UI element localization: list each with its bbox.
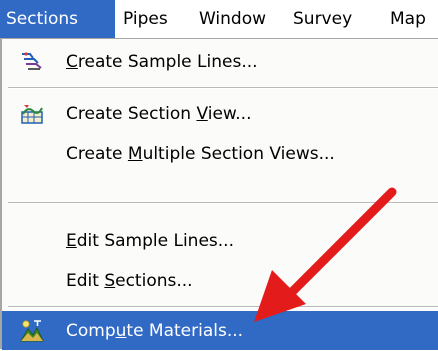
menu-item-label: Create Section bbox=[66, 104, 197, 124]
mnemonic: M bbox=[127, 144, 143, 164]
menu-survey[interactable]: Survey bbox=[287, 0, 358, 38]
sections-dropdown-menu: Create Sample Lines... Create Section Vi… bbox=[0, 38, 438, 350]
menu-window[interactable]: Window bbox=[193, 0, 272, 38]
mnemonic: C bbox=[66, 52, 78, 72]
mnemonic: S bbox=[104, 271, 116, 291]
menu-item-edit-sample-lines[interactable]: Edit Sample Lines... bbox=[2, 221, 438, 261]
menu-separator bbox=[8, 87, 438, 89]
mnemonic: u bbox=[115, 321, 127, 341]
menu-item-label: Comp bbox=[66, 321, 116, 341]
menu-item-label: Create bbox=[66, 144, 128, 164]
mnemonic: E bbox=[66, 231, 77, 251]
menu-sections[interactable]: Sections bbox=[0, 0, 115, 38]
compute-materials-icon bbox=[20, 319, 44, 343]
menu-item-label: te Materials... bbox=[126, 321, 244, 341]
menu-item-label: reate Sample Lines... bbox=[77, 52, 258, 72]
menu-item-label: ultiple Section Views... bbox=[142, 144, 335, 164]
menu-pipes[interactable]: Pipes bbox=[117, 0, 174, 38]
menu-item-label: dit Sample Lines... bbox=[76, 231, 234, 251]
menu-item-label: Edit bbox=[66, 271, 105, 291]
menu-map[interactable]: Map bbox=[384, 0, 432, 38]
menu-item-create-section-view[interactable]: Create Section View... bbox=[2, 94, 438, 134]
menu-separator bbox=[8, 306, 438, 308]
menu-item-label: iew... bbox=[207, 104, 252, 124]
menu-separator bbox=[8, 202, 438, 204]
menu-bar: Sections Pipes Window Survey Map bbox=[0, 0, 438, 38]
section-view-icon bbox=[20, 102, 44, 126]
mnemonic: V bbox=[196, 104, 208, 124]
menu-item-compute-materials[interactable]: Compute Materials... bbox=[2, 311, 438, 350]
menu-item-create-sample-lines[interactable]: Create Sample Lines... bbox=[2, 42, 438, 82]
menu-item-label: ections... bbox=[115, 271, 193, 291]
menu-item-edit-sections[interactable]: Edit Sections... bbox=[2, 261, 438, 301]
menu-item-create-multiple-section-views[interactable]: Create Multiple Section Views... bbox=[2, 134, 438, 174]
sample-lines-icon bbox=[20, 50, 44, 74]
